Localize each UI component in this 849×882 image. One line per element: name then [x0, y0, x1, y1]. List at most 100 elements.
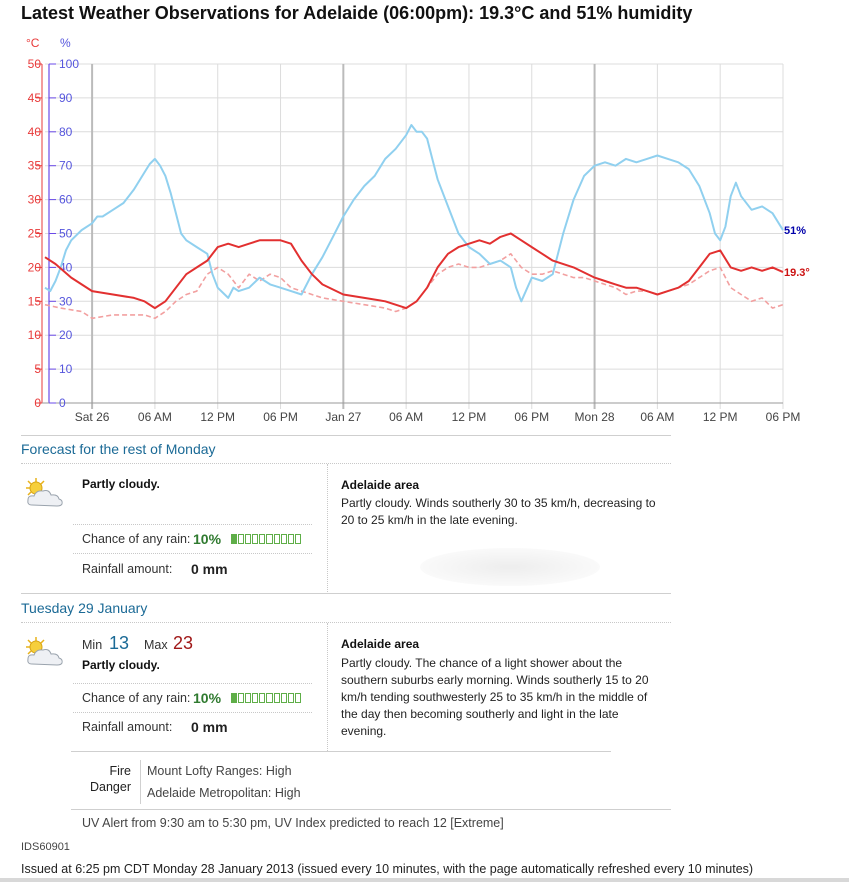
bar-cell [245, 534, 252, 544]
fire-danger-mount-lofty: Mount Lofty Ranges: High [147, 764, 292, 778]
bar-cell [238, 693, 245, 703]
partly-cloudy-icon [22, 636, 66, 668]
humidity-tick-label: 10 [59, 362, 73, 376]
humidity-tick-label: 0 [59, 396, 66, 410]
temperature-unit: °C [26, 36, 40, 50]
partly-cloudy-icon [22, 477, 66, 509]
issued-time: Issued at 6:25 pm CDT Monday 28 January … [21, 862, 754, 876]
shadow [420, 548, 600, 586]
divider [73, 712, 312, 713]
bar-cell [231, 693, 238, 703]
divider [21, 463, 671, 464]
max-temperature: 23 [173, 633, 194, 653]
bar-cell [259, 693, 266, 703]
bar-cell [287, 534, 294, 544]
humidity-tick-label: 90 [59, 91, 73, 105]
temperature-tick-label: 0 [34, 396, 41, 410]
uv-alert: UV Alert from 9:30 am to 5:30 pm, UV Ind… [82, 816, 504, 830]
bar-cell [245, 693, 252, 703]
bar-cell [287, 693, 294, 703]
bar-cell [252, 693, 259, 703]
divider [21, 435, 671, 436]
monday-heading: Forecast for the rest of Monday [21, 441, 216, 457]
humidity-tick-label: 30 [59, 294, 73, 308]
humidity-tick-label: 80 [59, 125, 73, 139]
fire-danger-label: Fire Danger [71, 763, 131, 795]
bar-cell [231, 534, 238, 544]
humidity-unit: % [60, 36, 71, 50]
x-tick-label: 12 PM [200, 410, 235, 424]
bar-cell [294, 693, 301, 703]
temperature-tick-label: 15 [28, 294, 42, 308]
area-forecast-text: Partly cloudy. The chance of a light sho… [341, 656, 649, 738]
fire-label-line2: Danger [90, 780, 131, 794]
fire-label-line1: Fire [109, 764, 131, 778]
rainfall-amount-label: Rainfall amount: [82, 720, 173, 734]
humidity-tick-label: 60 [59, 193, 73, 207]
footer-bar [0, 878, 849, 882]
humidity-tick-label: 70 [59, 159, 73, 173]
rainfall-amount-label: Rainfall amount: [82, 562, 173, 576]
x-tick-label: 06 AM [640, 410, 674, 424]
rain-chance-label: Chance of any rain: [82, 691, 191, 705]
bar-cell [294, 534, 301, 544]
humidity-line [44, 124, 784, 303]
divider [71, 751, 611, 752]
area-title: Adelaide area [341, 637, 420, 651]
rain-chance-bar [231, 693, 301, 703]
max-label: Max [144, 638, 168, 652]
humidity-end-label: 51% [784, 225, 806, 237]
product-id: IDS60901 [21, 841, 70, 853]
temperature-tick-label: 50 [28, 57, 42, 71]
divider [73, 524, 312, 525]
area-forecast-text: Partly cloudy. Winds southerly 30 to 35 … [341, 496, 656, 527]
temperature-tick-label: 20 [28, 260, 42, 274]
bar-cell [280, 693, 287, 703]
x-tick-label: 12 PM [452, 410, 487, 424]
column-divider [327, 464, 328, 592]
x-tick-label: 06 PM [263, 410, 298, 424]
temperature-tick-label: 30 [28, 193, 42, 207]
column-divider [327, 623, 328, 751]
humidity-tick-label: 20 [59, 328, 73, 342]
humidity-tick-label: 50 [59, 227, 73, 241]
temperature-tick-label: 25 [28, 227, 42, 241]
divider [73, 683, 312, 684]
bar-cell [238, 534, 245, 544]
page-title: Latest Weather Observations for Adelaide… [21, 3, 693, 23]
monday-summary: Partly cloudy. [82, 477, 160, 491]
temperature-tick-label: 45 [28, 91, 42, 105]
x-tick-label: 12 PM [703, 410, 738, 424]
fire-danger-adelaide-metro: Adelaide Metropolitan: High [147, 786, 301, 800]
x-tick-label: 06 PM [514, 410, 549, 424]
humidity-tick-label: 100 [59, 57, 79, 71]
column-divider [140, 760, 141, 804]
temperature-tick-label: 10 [28, 328, 42, 342]
bar-cell [252, 534, 259, 544]
bar-cell [273, 534, 280, 544]
area-title: Adelaide area [341, 478, 420, 492]
weather-chart: °C %0510152025303540455001020304050607080… [26, 36, 810, 424]
rainfall-amount-value: 0 mm [191, 719, 228, 735]
temperature-line [44, 232, 784, 310]
bar-cell [280, 534, 287, 544]
bar-cell [273, 693, 280, 703]
bar-cell [266, 534, 273, 544]
bar-cell [259, 534, 266, 544]
rain-chance-bar [231, 534, 301, 544]
x-tick-label: 06 AM [389, 410, 423, 424]
divider [73, 553, 312, 554]
divider [71, 809, 671, 810]
x-tick-label: Sat 26 [75, 410, 110, 424]
rain-chance-label: Chance of any rain: [82, 532, 191, 546]
bar-cell [266, 693, 273, 703]
temperature-tick-label: 40 [28, 125, 42, 139]
tuesday-heading: Tuesday 29 January [21, 600, 148, 616]
x-tick-label: 06 AM [138, 410, 172, 424]
min-temperature: 13 [109, 633, 130, 653]
x-tick-label: Mon 28 [575, 410, 615, 424]
divider [21, 593, 671, 594]
x-tick-label: Jan 27 [325, 410, 361, 424]
x-tick-label: 06 PM [766, 410, 801, 424]
temperature-tick-label: 35 [28, 159, 42, 173]
